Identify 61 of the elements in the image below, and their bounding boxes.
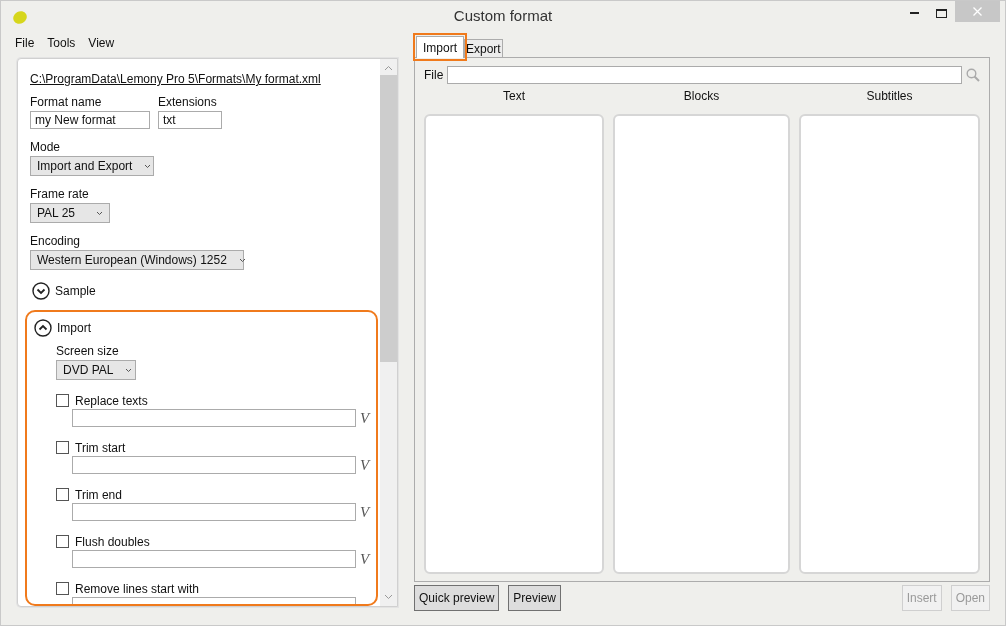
regex-toggle[interactable]: V xyxy=(360,503,370,521)
menu-item[interactable]: View xyxy=(88,36,122,50)
dropdown[interactable]: Western European (Windows) 1252 xyxy=(30,250,244,270)
minimize-icon xyxy=(910,11,919,15)
checkbox[interactable] xyxy=(56,535,69,548)
checkbox[interactable] xyxy=(56,441,69,454)
tab[interactable]: Export xyxy=(464,39,503,57)
scrollbar-thumb[interactable] xyxy=(380,75,397,362)
text-field[interactable] xyxy=(72,409,356,427)
dropdown[interactable]: PAL 25 xyxy=(30,203,110,223)
text-field[interactable] xyxy=(72,550,356,568)
scroll-up-icon xyxy=(384,65,393,71)
checkbox[interactable] xyxy=(56,394,69,407)
format-name-field[interactable]: my New format xyxy=(30,111,150,129)
regex-toggle[interactable]: V xyxy=(360,409,370,427)
column-heading: Text xyxy=(502,89,526,105)
option-label: Flush doubles xyxy=(75,534,150,549)
expand-icon[interactable] xyxy=(32,282,50,300)
dropdown[interactable]: Import and Export xyxy=(30,156,154,176)
regex-toggle[interactable]: V xyxy=(360,550,370,568)
text-field[interactable] xyxy=(72,503,356,521)
field-label: Screen size xyxy=(56,344,120,358)
maximize-icon xyxy=(936,8,947,18)
field-label: Frame rate xyxy=(30,187,90,201)
dropdown[interactable]: DVD PAL xyxy=(56,360,136,380)
field-label: Format name xyxy=(30,95,103,109)
scroll-down-icon xyxy=(384,594,393,600)
text-field[interactable] xyxy=(72,456,356,474)
extensions-field[interactable]: txt xyxy=(158,111,222,129)
scrollbar[interactable] xyxy=(380,59,397,606)
column-heading: Blocks xyxy=(682,89,721,105)
field-label: Encoding xyxy=(30,234,82,248)
caret-icon xyxy=(238,257,246,263)
collapse-icon[interactable] xyxy=(34,319,52,337)
field-label: Extensions xyxy=(158,95,218,109)
tab[interactable]: Import xyxy=(416,36,464,58)
column-heading: Subtitles xyxy=(865,89,914,105)
field-label: Mode xyxy=(30,140,62,154)
section-title[interactable]: Sample xyxy=(55,284,96,298)
section-title[interactable]: Import xyxy=(57,321,91,335)
option-label: Remove lines start with xyxy=(75,581,200,596)
search-icon[interactable] xyxy=(966,68,980,82)
action-button[interactable]: Preview xyxy=(508,585,562,611)
file-path-link[interactable]: C:\ProgramData\Lemony Pro 5\Formats\My format.xml xyxy=(30,72,321,86)
close-icon xyxy=(973,7,982,16)
option-label: Replace texts xyxy=(75,393,148,408)
file-field[interactable] xyxy=(447,66,962,84)
window-title: Custom format xyxy=(453,7,553,24)
lemon-logo-icon xyxy=(12,8,28,25)
menu-item[interactable]: File xyxy=(15,36,42,50)
caret-icon xyxy=(144,163,152,169)
regex-toggle[interactable]: V xyxy=(360,456,370,474)
checkbox[interactable] xyxy=(56,582,69,595)
caret-icon xyxy=(125,367,133,373)
option-label: Trim end xyxy=(75,487,122,502)
checkbox[interactable] xyxy=(56,488,69,501)
caret-icon xyxy=(96,210,103,216)
action-button[interactable]: Quick preview xyxy=(414,585,500,611)
menu-item[interactable]: Tools xyxy=(47,36,83,50)
option-label: Trim start xyxy=(75,440,126,455)
field-label: File xyxy=(424,68,444,82)
